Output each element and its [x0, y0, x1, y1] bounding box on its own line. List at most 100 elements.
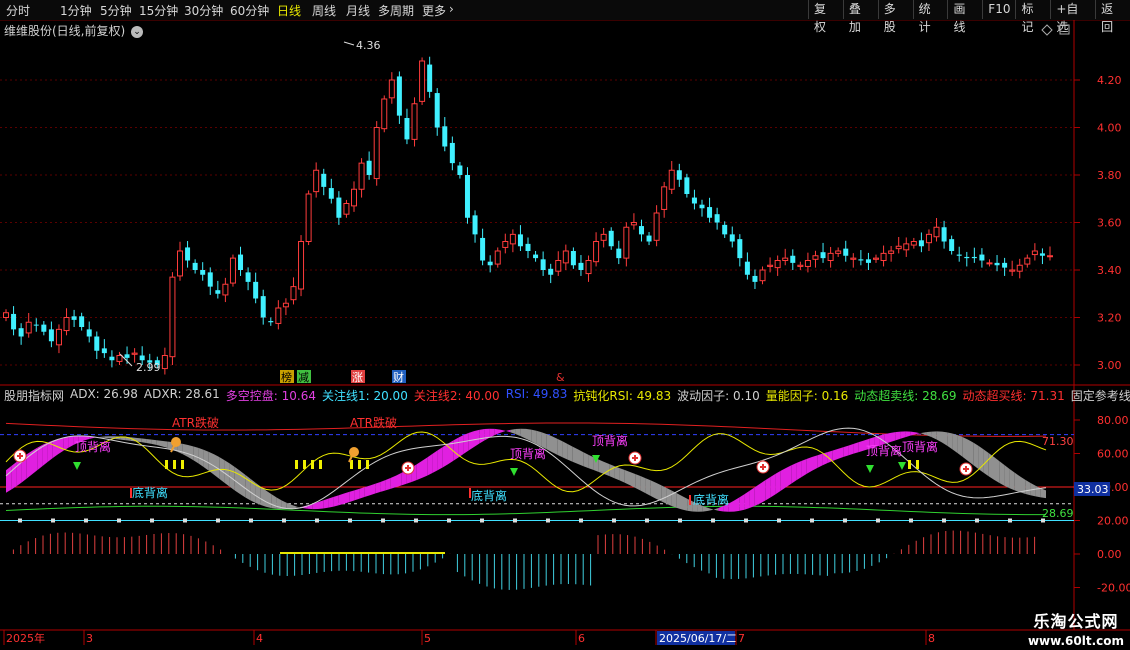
badge-amp[interactable]: &	[556, 371, 565, 384]
ribbon-segment	[708, 507, 714, 511]
volume-signal-bar	[319, 460, 322, 469]
top-divergence-label: 顶背离	[902, 439, 938, 454]
add-watchlist-button[interactable]: +自选	[1050, 0, 1095, 34]
stats-button[interactable]: 统计	[912, 0, 948, 34]
candle-body	[79, 316, 85, 327]
candle-body	[835, 250, 842, 254]
ribbon-segment	[354, 488, 360, 501]
indicator-field-11: 动态超买线: 71.31	[962, 389, 1065, 403]
ribbon-segment	[500, 429, 506, 433]
ribbon-segment	[822, 452, 828, 466]
ribbon-segment	[276, 497, 282, 510]
ribbon-segment	[130, 437, 136, 442]
ribbon-segment	[489, 428, 495, 438]
period-tab-monthly[interactable]: 月线	[346, 2, 370, 19]
period-tab-fenshi[interactable]: 分时	[6, 2, 30, 19]
ribbon-segment	[801, 458, 807, 477]
ribbon-segment	[214, 454, 220, 479]
back-button[interactable]: 返回	[1095, 0, 1130, 34]
candle-body	[737, 239, 743, 259]
ribbon-segment	[780, 467, 786, 491]
badge-jian[interactable]	[297, 370, 311, 383]
chevron-right-icon[interactable]: ›	[449, 2, 454, 16]
indicator-field-9: 量能因子: 0.16	[765, 389, 849, 403]
multi-stock-button[interactable]: 多股	[877, 0, 913, 34]
period-tab-60min[interactable]: 60分钟	[230, 2, 269, 19]
candle-body	[48, 329, 54, 342]
reference-dot	[18, 518, 22, 523]
candle-body	[646, 235, 652, 242]
diamond-icon[interactable]	[1041, 24, 1053, 36]
candle-body	[691, 197, 697, 204]
reference-dot	[117, 518, 121, 523]
candle-body	[562, 250, 569, 264]
period-tab-weekly[interactable]: 周线	[312, 2, 336, 19]
candle-body	[722, 224, 728, 235]
ribbon-segment	[458, 435, 464, 458]
ribbon-segment	[401, 470, 407, 486]
badge-bang[interactable]	[280, 370, 294, 383]
date-tick-label: 8	[928, 632, 935, 645]
period-tab-daily[interactable]: 日线	[277, 2, 301, 19]
candle-body	[419, 60, 426, 102]
period-tab-1min[interactable]: 1分钟	[60, 2, 92, 19]
mark-button[interactable]: 标记	[1015, 0, 1050, 34]
f10-button[interactable]: F10	[982, 0, 1015, 19]
period-tab-30min[interactable]: 30分钟	[184, 2, 223, 19]
svg-text:榜: 榜	[281, 370, 292, 384]
ribbon-segment	[42, 442, 48, 467]
ribbon-segment	[604, 461, 610, 477]
candle-body	[351, 188, 357, 207]
badge-zhang[interactable]	[351, 370, 365, 383]
ribbon-segment	[359, 487, 365, 499]
candle-body	[630, 222, 637, 226]
ribbon-segment	[557, 438, 563, 458]
period-tab-5min[interactable]: 5分钟	[100, 2, 132, 19]
ribbon-segment	[104, 436, 110, 439]
indicator-field-12: 固定参考线	[1070, 389, 1130, 403]
ribbon-segment	[739, 494, 745, 511]
ribbon-segment	[89, 436, 95, 439]
ribbon-segment	[864, 438, 870, 451]
ribbon-segment	[671, 490, 677, 508]
ribbon-segment	[240, 470, 246, 498]
ribbon-segment	[983, 449, 989, 477]
bottom-divergence-label: 底背离	[132, 485, 168, 500]
ribbon-segment	[1014, 472, 1020, 493]
ribbon-segment	[682, 496, 688, 511]
reference-dot	[84, 518, 88, 523]
candle-body	[411, 103, 418, 140]
ribbon-segment	[827, 450, 833, 464]
overlay-button[interactable]: 叠加	[842, 0, 878, 34]
ribbon-segment	[905, 431, 911, 438]
ribbon-segment	[536, 430, 542, 447]
period-tab-multi[interactable]: 多周期	[378, 2, 414, 19]
ribbon-segment	[234, 466, 240, 495]
candle-body	[1024, 257, 1031, 265]
ribbon-segment	[572, 446, 578, 465]
ribbon-segment	[312, 502, 318, 510]
top-divergence-label: 顶背离	[510, 446, 546, 461]
candle-body	[63, 317, 70, 332]
badge-cai[interactable]	[392, 370, 406, 383]
chevron-down-icon[interactable]: ⌄	[131, 25, 144, 38]
candle-body	[185, 247, 191, 261]
toolbar-right-group: 复权 叠加 多股 统计 画线 F10 标记 +自选 返回	[808, 0, 1130, 34]
draw-button[interactable]: 画线	[947, 0, 982, 34]
ribbon-segment	[255, 482, 261, 506]
ribbon-segment	[593, 457, 599, 473]
sell-arrow-icon	[73, 462, 81, 470]
fuquan-button[interactable]: 复权	[808, 0, 843, 34]
candle-body	[600, 233, 607, 241]
date-axis: 2025年 3 4 5 6 2025/06/17/二 7 8	[3, 630, 935, 645]
ribbon-segment	[583, 452, 589, 469]
indicator-field-3: 多空控盘: 10.64	[225, 389, 316, 403]
reference-dot	[909, 518, 913, 523]
period-tab-15min[interactable]: 15分钟	[139, 2, 178, 19]
candle-body	[101, 348, 107, 354]
ribbon-segment	[224, 460, 230, 487]
period-tab-more[interactable]: 更多	[422, 2, 446, 19]
candle-body	[843, 248, 849, 256]
candle-body	[767, 264, 774, 267]
indicator-tick-label: -20.00	[1097, 582, 1130, 595]
